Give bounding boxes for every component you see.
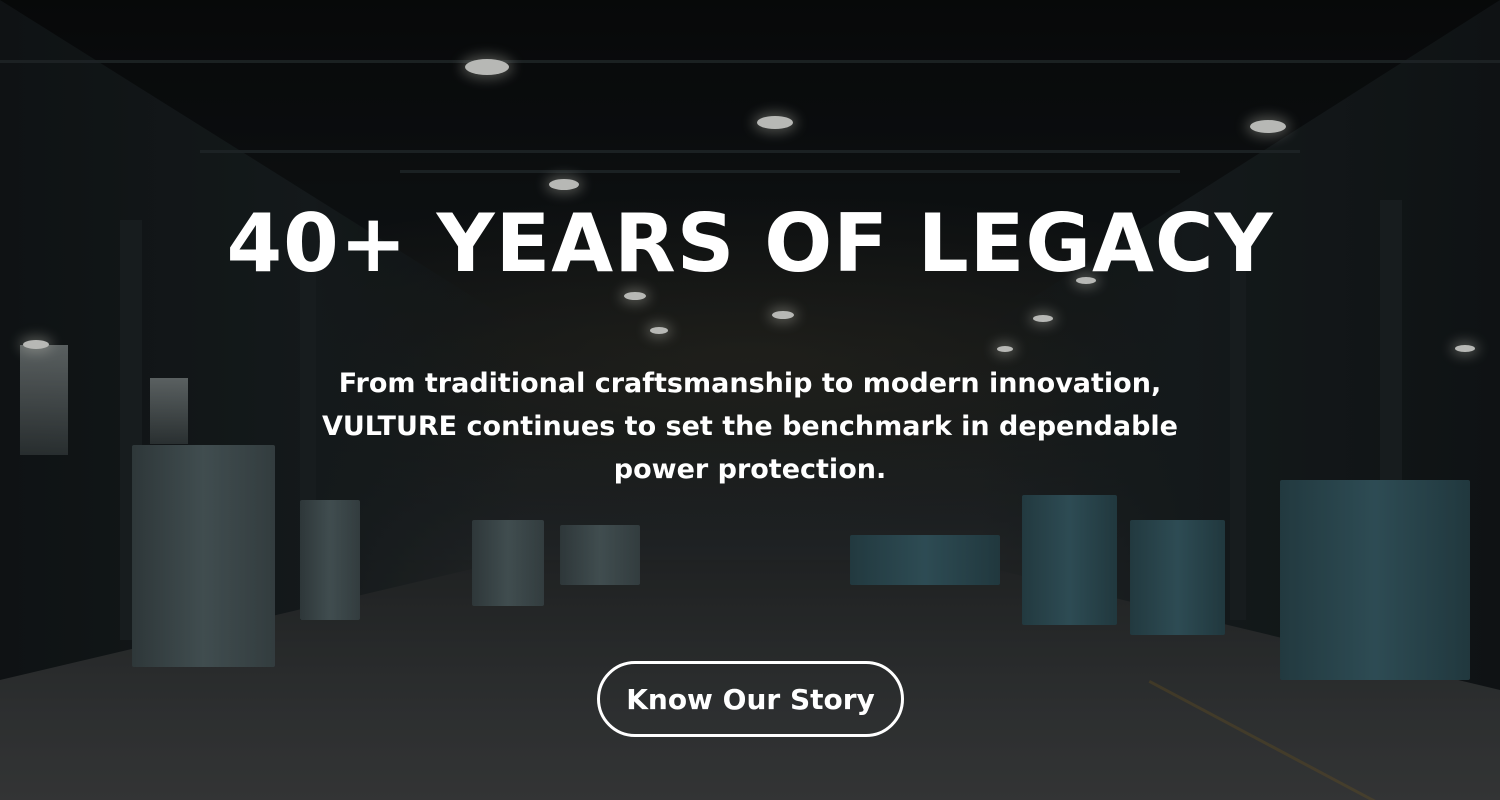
hero-section: 40+ YEARS OF LEGACY From traditional cra… bbox=[0, 0, 1500, 800]
know-our-story-button[interactable]: Know Our Story bbox=[597, 661, 904, 737]
hero-description: From traditional craftsmanship to modern… bbox=[321, 368, 1178, 485]
hero-headline: 40+ YEARS OF LEGACY bbox=[226, 197, 1274, 290]
